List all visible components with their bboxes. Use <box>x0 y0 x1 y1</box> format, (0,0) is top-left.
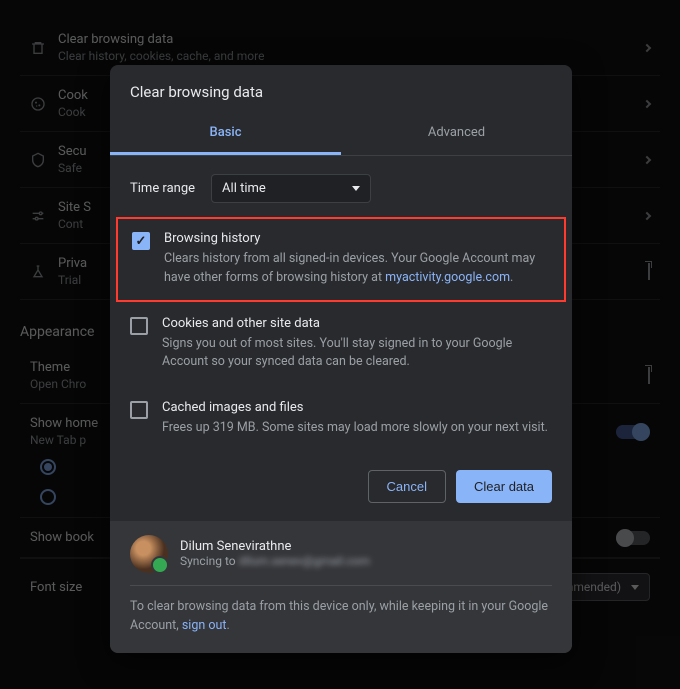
dialog-actions: Cancel Clear data <box>110 452 572 521</box>
time-range-row: Time range All time <box>110 156 572 217</box>
checkbox-cache[interactable] <box>130 401 148 419</box>
dialog-tabs: Basic Advanced <box>110 113 572 156</box>
option-browsing-history: Browsing history Clears history from all… <box>116 217 566 302</box>
option-title: Cookies and other site data <box>162 316 552 331</box>
profile-section: Dilum Senevirathne Syncing to dilum.sene… <box>110 521 572 654</box>
tab-basic[interactable]: Basic <box>110 113 341 155</box>
profile-sync-status: Syncing to dilum.senev@gmail.com <box>180 554 370 568</box>
time-range-value: All time <box>222 181 266 196</box>
clear-data-button[interactable]: Clear data <box>456 470 552 503</box>
time-range-label: Time range <box>130 181 195 196</box>
option-desc: Frees up 319 MB. Some sites may load mor… <box>162 419 552 438</box>
profile-name: Dilum Senevirathne <box>180 539 370 554</box>
clear-browsing-data-dialog: Clear browsing data Basic Advanced Time … <box>110 65 572 653</box>
chevron-down-icon <box>352 186 360 191</box>
tab-advanced[interactable]: Advanced <box>341 113 572 155</box>
myactivity-link[interactable]: myactivity.google.com <box>385 270 510 285</box>
option-cache: Cached images and files Frees up 319 MB.… <box>110 386 572 452</box>
checkbox-browsing-history[interactable] <box>132 232 150 250</box>
avatar <box>130 535 168 573</box>
option-title: Cached images and files <box>162 400 552 415</box>
cancel-button[interactable]: Cancel <box>368 470 446 503</box>
time-range-select[interactable]: All time <box>211 174 371 203</box>
option-cookies: Cookies and other site data Signs you ou… <box>110 302 572 387</box>
sign-out-link[interactable]: sign out <box>182 618 227 633</box>
checkbox-cookies[interactable] <box>130 317 148 335</box>
dialog-title: Clear browsing data <box>110 65 572 113</box>
option-title: Browsing history <box>164 231 550 246</box>
option-desc: Clears history from all signed-in device… <box>164 250 550 288</box>
profile-footer: To clear browsing data from this device … <box>130 586 552 636</box>
option-desc: Signs you out of most sites. You'll stay… <box>162 335 552 373</box>
